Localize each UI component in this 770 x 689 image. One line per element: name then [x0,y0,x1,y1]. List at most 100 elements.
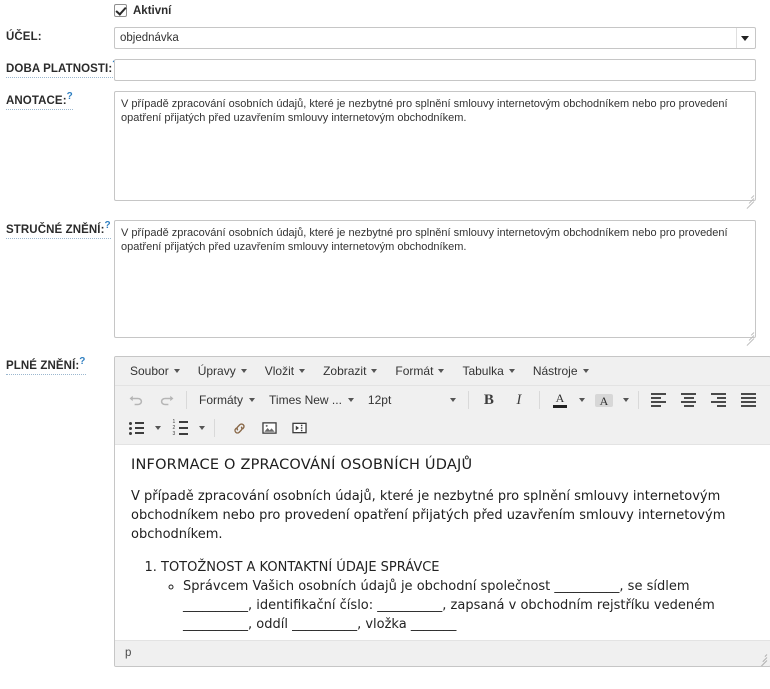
editor-toolbar-row-1: Formáty Times New ... 12pt B [115,386,770,414]
chevron-down-icon [450,398,456,402]
anotace-field-cell: V případě zpracování osobních údajů, kte… [114,91,770,206]
align-left-glyph [651,393,666,407]
background-color-icon[interactable]: A [589,389,619,411]
menu-soubor-label: Soubor [130,364,169,378]
help-icon[interactable]: ? [67,91,73,102]
undo-icon[interactable] [121,389,151,411]
menu-tabulka-label: Tabulka [462,364,503,378]
align-right-glyph [711,393,726,407]
strucne-zneni-textarea[interactable]: V případě zpracování osobních údajů, kte… [114,220,756,338]
chevron-down-icon [583,369,589,373]
doba-platnosti-label-text: DOBA PLATNOSTI: [6,63,112,75]
editor-menubar: Soubor Úpravy Vložit Zobrazit [115,357,770,386]
media-glyph [292,421,307,435]
align-left-icon[interactable] [644,389,674,411]
align-center-icon[interactable] [674,389,704,411]
help-icon[interactable]: ? [79,356,85,367]
toolbar-separator [468,391,469,409]
insert-image-icon[interactable] [254,417,284,439]
font-family-dropdown[interactable]: Times New ... [262,389,361,411]
background-color-chevron[interactable] [619,389,633,411]
editor-heading: INFORMACE O ZPRACOVÁNÍ OSOBNÍCH ÚDAJŮ [131,457,754,473]
bullet-list-split[interactable] [121,417,165,439]
align-justify-glyph [741,393,756,407]
chevron-down-icon [249,398,255,402]
chevron-down-icon [438,369,444,373]
editor-resize-grip-icon[interactable] [756,652,767,663]
help-icon[interactable]: ? [105,220,111,231]
ucel-select[interactable]: objednávka [114,27,756,49]
align-justify-icon[interactable] [734,389,764,411]
menu-upravy[interactable]: Úpravy [189,361,256,381]
ucel-label-cell: ÚČEL: [0,27,114,45]
bold-label: B [484,392,494,409]
text-color-chevron[interactable] [575,389,589,411]
doba-platnosti-input[interactable] [114,59,756,81]
numbered-list-glyph: 1 2 3 [173,420,188,436]
menu-zobrazit-label: Zobrazit [323,364,366,378]
chevron-down-icon [174,369,180,373]
active-checkbox[interactable] [114,4,127,17]
redo-icon[interactable] [151,389,181,411]
editor-status-bar: p [115,640,770,666]
menu-upravy-label: Úpravy [198,364,236,378]
menu-tabulka[interactable]: Tabulka [453,361,523,381]
active-checkbox-wrap[interactable]: Aktivní [114,4,756,17]
ucel-field-cell: objednávka [114,27,770,49]
chevron-down-icon [348,398,354,402]
bullet-list-glyph [129,422,144,435]
strucne-zneni-label-cell: STRUČNÉ ZNĚNÍ:? [0,220,114,239]
menu-nastroje[interactable]: Nástroje [524,361,598,381]
anotace-textarea[interactable]: V případě zpracování osobních údajů, kte… [114,91,756,201]
editor-element-path[interactable]: p [125,647,131,659]
numbered-list-split[interactable]: 1 2 3 [165,417,209,439]
text-color-swatch [553,405,567,408]
redo-glyph [159,393,174,408]
image-glyph [262,421,277,435]
privacy-policy-form: Aktivní ÚČEL: objednávka DOBA PLATNOSTI:… [0,0,770,667]
active-row: Aktivní [0,0,770,20]
text-color-icon[interactable]: A [545,389,575,411]
text-color-letter: A [556,392,565,404]
anotace-row: ANOTACE:? V případě zpracování osobních … [0,81,770,206]
numbered-list-icon[interactable]: 1 2 3 [165,417,195,439]
chevron-down-icon [509,369,515,373]
strucne-zneni-textarea-wrap: V případě zpracování osobních údajů, kte… [114,220,756,343]
active-field-cell: Aktivní [114,4,770,17]
insert-media-icon[interactable] [284,417,314,439]
editor-content-area[interactable]: INFORMACE O ZPRACOVÁNÍ OSOBNÍCH ÚDAJŮ V … [115,444,770,640]
numbered-list-chevron[interactable] [195,417,209,439]
text-color-split[interactable]: A [545,389,589,411]
menu-soubor[interactable]: Soubor [121,361,189,381]
bullet-list-chevron[interactable] [151,417,165,439]
menu-format[interactable]: Formát [386,361,453,381]
anotace-textarea-wrap: V případě zpracování osobních údajů, kte… [114,91,756,206]
bold-button[interactable]: B [474,389,504,411]
italic-button[interactable]: I [504,389,534,411]
font-size-dropdown[interactable]: 12pt [361,389,463,411]
background-color-glyph: A [595,394,613,407]
ucel-select-wrap[interactable]: objednávka [114,27,756,49]
menu-zobrazit[interactable]: Zobrazit [314,361,386,381]
background-color-letter: A [600,395,609,407]
menu-nastroje-label: Nástroje [533,364,578,378]
strucne-zneni-label-text: STRUČNÉ ZNĚNÍ: [6,224,105,236]
align-right-icon[interactable] [704,389,734,411]
doba-platnosti-row: DOBA PLATNOSTI:? [0,49,770,81]
menu-format-label: Formát [395,364,433,378]
chevron-down-icon [371,369,377,373]
italic-label: I [516,392,521,409]
formats-dropdown[interactable]: Formáty [192,389,262,411]
anotace-label-cell: ANOTACE:? [0,91,114,110]
editor-unordered-list: Správcem Vašich osobních údajů je obchod… [161,577,754,634]
background-color-split[interactable]: A [589,389,633,411]
toolbar-separator [638,391,639,409]
insert-link-icon[interactable] [224,417,254,439]
text-color-glyph: A [552,392,568,408]
bullet-list-icon[interactable] [121,417,151,439]
toolbar-separator [214,419,215,437]
menu-vlozit[interactable]: Vložit [256,361,314,381]
plne-zneni-label-cell: PLNÉ ZNĚNÍ:? [0,356,114,375]
plne-zneni-row: PLNÉ ZNĚNÍ:? Soubor Úpravy Vložit [0,343,770,667]
rich-text-editor: Soubor Úpravy Vložit Zobrazit [114,356,770,667]
